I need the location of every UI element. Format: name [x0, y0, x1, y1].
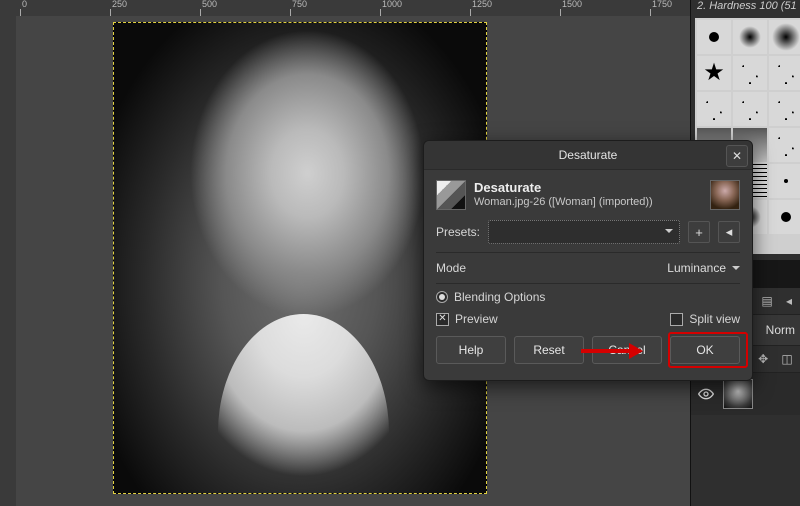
- lock-alpha-icon[interactable]: ◫: [779, 351, 795, 367]
- close-icon: ✕: [732, 149, 742, 163]
- ruler-mark: 1500: [562, 0, 582, 9]
- chevron-left-icon[interactable]: ◂: [781, 293, 797, 309]
- button-label: Cancel: [608, 343, 645, 357]
- ruler-mark: 1750: [652, 0, 672, 9]
- brush-preset[interactable]: [769, 56, 800, 90]
- brush-preset[interactable]: [769, 92, 800, 126]
- brush-preset[interactable]: [733, 20, 767, 54]
- layers-tab-icon[interactable]: ▤: [759, 293, 775, 309]
- add-preset-button[interactable]: +: [688, 221, 710, 243]
- brush-preset[interactable]: [697, 92, 731, 126]
- presets-dropdown[interactable]: [488, 220, 680, 244]
- ruler-mark: 1250: [472, 0, 492, 9]
- split-view-checkbox[interactable]: [670, 313, 683, 326]
- brush-preset[interactable]: [769, 128, 800, 162]
- button-label: Reset: [533, 343, 564, 357]
- preview-checkbox[interactable]: ✕: [436, 313, 449, 326]
- ruler-mark: 500: [202, 0, 217, 9]
- close-button[interactable]: ✕: [726, 145, 748, 167]
- dialog-heading: Desaturate: [474, 180, 653, 195]
- blending-options-expander[interactable]: Blending Options: [436, 290, 740, 304]
- brush-panel-title: 2. Hardness 100 (51: [697, 0, 800, 12]
- blending-options-label: Blending Options: [454, 290, 545, 304]
- dialog-titlebar[interactable]: Desaturate ✕: [424, 141, 752, 170]
- mode-value: Luminance: [667, 261, 726, 275]
- expander-bullet-icon: [436, 291, 448, 303]
- brush-preset[interactable]: [733, 92, 767, 126]
- brush-preset[interactable]: [769, 20, 800, 54]
- brush-preset[interactable]: [769, 200, 800, 234]
- button-label: OK: [696, 343, 713, 357]
- ruler-vertical: [0, 16, 17, 506]
- ruler-mark: 0: [22, 0, 27, 9]
- chevron-left-icon: ◂: [726, 224, 733, 240]
- plus-icon: +: [695, 225, 703, 240]
- brush-preset[interactable]: [733, 56, 767, 90]
- ok-button[interactable]: OK: [670, 336, 740, 364]
- brush-preset[interactable]: [769, 164, 800, 198]
- split-view-label: Split view: [689, 312, 740, 326]
- ruler-mark: 250: [112, 0, 127, 9]
- ruler-mark: 1000: [382, 0, 402, 9]
- brush-preset[interactable]: [697, 20, 731, 54]
- visibility-eye-icon[interactable]: [697, 385, 715, 403]
- lock-position-icon[interactable]: ✥: [755, 351, 771, 367]
- preset-menu-button[interactable]: ◂: [718, 221, 740, 243]
- desaturate-icon: [436, 180, 466, 210]
- preview-label: Preview: [455, 312, 498, 326]
- ruler-mark: 750: [292, 0, 307, 9]
- ruler-horizontal: 0 250 500 750 1000 1250 1500 1750: [0, 0, 690, 17]
- dialog-title: Desaturate: [559, 148, 618, 162]
- dialog-subheading: Woman.jpg-26 ([Woman] (imported)): [474, 196, 653, 208]
- layer-thumbnail: [723, 379, 753, 409]
- button-label: Help: [459, 343, 484, 357]
- mode-label: Mode: [436, 261, 466, 275]
- chevron-down-icon: [732, 266, 740, 274]
- mode-dropdown[interactable]: Luminance: [667, 261, 740, 275]
- cancel-button[interactable]: Cancel: [592, 336, 662, 364]
- presets-label: Presets:: [436, 225, 480, 239]
- reset-button[interactable]: Reset: [514, 336, 584, 364]
- preview-thumbnail: [710, 180, 740, 210]
- blend-mode-value[interactable]: Norm: [766, 323, 795, 337]
- desaturate-dialog: Desaturate ✕ Desaturate Woman.jpg-26 ([W…: [423, 140, 753, 381]
- help-button[interactable]: Help: [436, 336, 506, 364]
- brush-preset[interactable]: ★: [697, 56, 731, 90]
